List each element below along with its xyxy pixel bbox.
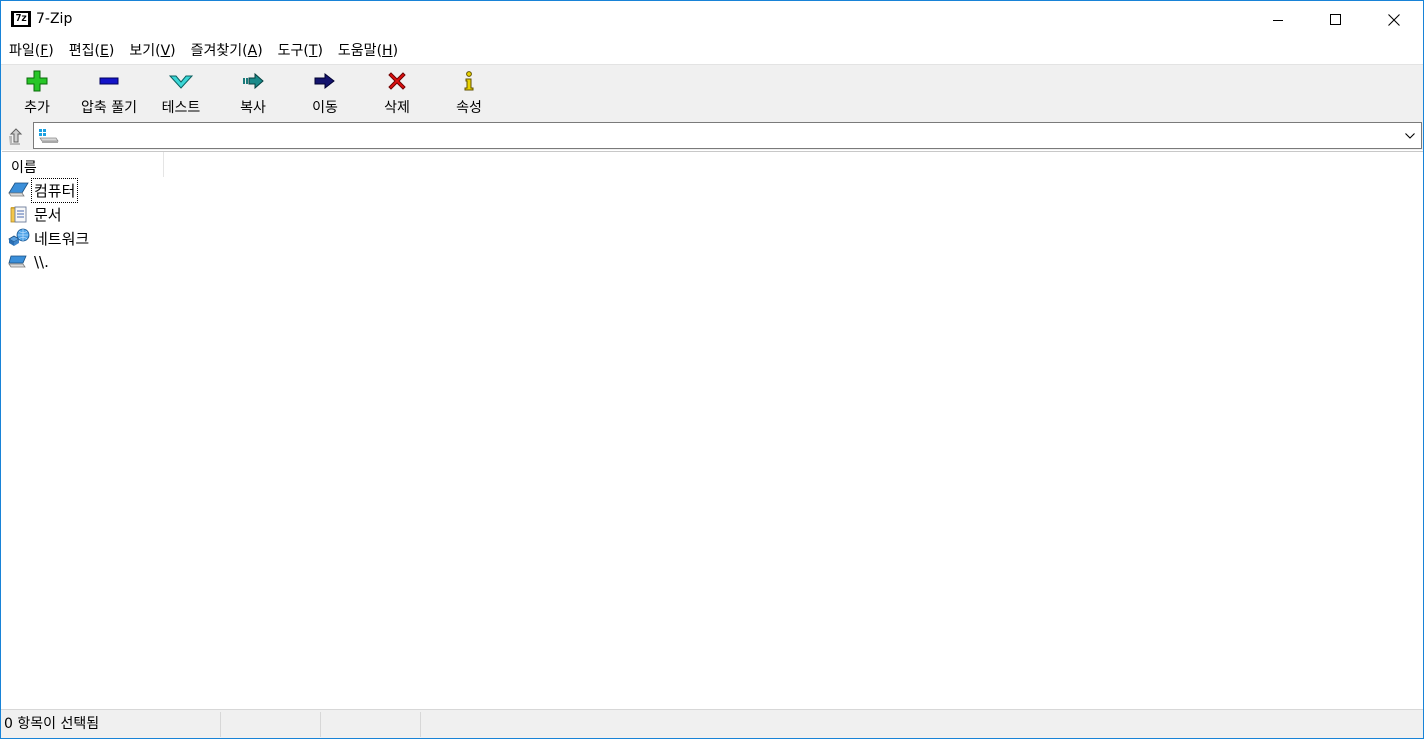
menu-help[interactable]: 도움말(H) [330,39,405,63]
main-window: 7z 7-Zip 파일(F) 편집(E) 보기(V) 즐겨찾기(A) 도구(T)… [0,0,1424,739]
status-cell-2 [221,712,321,737]
menu-favorites[interactable]: 즐겨찾기(A) [183,39,270,63]
list-item-label: \\. [34,253,49,271]
minus-icon [97,69,121,93]
menu-tools[interactable]: 도구(T) [270,39,330,63]
file-list[interactable]: 이름 컴퓨터 문서 네트워크 \\. [2,151,1423,709]
chevron-down-icon [1405,132,1415,139]
menu-view[interactable]: 보기(V) [121,39,182,63]
address-dropdown-button[interactable] [1401,123,1419,148]
windows-drive-icon [37,128,59,148]
maximize-button[interactable] [1307,1,1365,39]
list-item[interactable]: \\. [2,250,52,274]
address-combobox[interactable] [33,122,1422,149]
device-icon [8,252,30,272]
test-label: 테스트 [161,100,201,116]
copy-arrow-icon [241,69,265,93]
column-header-name[interactable]: 이름 [2,152,164,177]
add-button[interactable]: 추가 [1,65,73,122]
up-folder-button[interactable] [5,125,27,147]
list-item-label: 문서 [34,205,62,224]
status-cell-4 [421,712,1421,737]
toolbar: 추가 압축 풀기 테스트 복사 이동 삭제 속성 [1,64,1423,121]
test-button[interactable]: 테스트 [145,65,217,122]
computer-icon [8,180,30,200]
list-item-label: 네트워크 [34,229,90,248]
copy-button[interactable]: 복사 [217,65,289,122]
move-label: 이동 [312,100,338,116]
status-bar: 0 항목이 선택됨 [1,709,1423,738]
title-bar[interactable]: 7z 7-Zip [1,1,1423,39]
app-7zip-icon: 7z [11,11,31,27]
status-cell-3 [321,712,421,737]
properties-label: 속성 [456,100,482,116]
close-icon [1388,14,1400,26]
delete-x-icon [385,69,409,93]
delete-button[interactable]: 삭제 [361,65,433,122]
network-icon [8,228,30,248]
list-item[interactable]: 문서 [2,202,65,226]
menu-edit[interactable]: 편집(E) [61,39,122,63]
extract-label: 압축 풀기 [81,100,137,116]
copy-label: 복사 [240,100,266,116]
add-label: 추가 [24,100,50,116]
properties-button[interactable]: 속성 [433,65,505,122]
extract-button[interactable]: 압축 풀기 [73,65,145,122]
window-title: 7-Zip [36,11,73,27]
close-button[interactable] [1365,1,1423,39]
plus-icon [25,69,49,93]
delete-label: 삭제 [384,100,410,116]
minimize-icon [1273,20,1283,21]
list-item-label: 컴퓨터 [31,177,79,203]
list-item[interactable]: 컴퓨터 [2,177,79,203]
list-item[interactable]: 네트워크 [2,226,92,250]
checkmark-icon [169,69,193,93]
maximize-icon [1330,14,1341,25]
documents-icon [8,204,30,224]
up-folder-icon [9,128,23,145]
move-arrow-icon [313,69,337,93]
move-button[interactable]: 이동 [289,65,361,122]
minimize-button[interactable] [1249,1,1307,39]
info-icon [457,69,481,93]
menu-bar: 파일(F) 편집(E) 보기(V) 즐겨찾기(A) 도구(T) 도움말(H) [1,39,1423,63]
status-selection: 0 항목이 선택됨 [1,712,221,737]
address-bar [1,121,1423,150]
menu-file[interactable]: 파일(F) [1,39,61,63]
